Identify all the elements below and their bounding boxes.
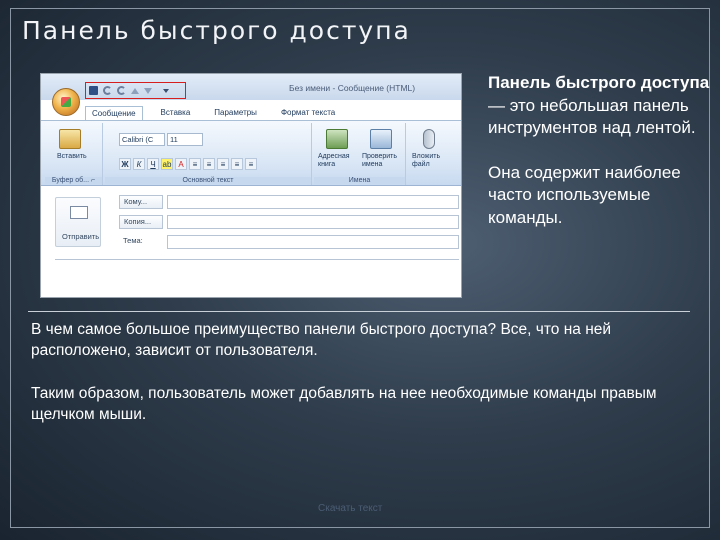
definition: Панель быстрого доступа — это небольшая … — [488, 72, 718, 140]
address-book-label[interactable]: Адресная книга — [318, 153, 358, 169]
cc-field[interactable] — [167, 215, 459, 229]
undo-icon[interactable] — [103, 86, 112, 95]
check-names-icon[interactable] — [370, 129, 392, 149]
envelope-icon — [70, 206, 88, 219]
font-size-select[interactable]: 11 — [167, 133, 203, 146]
align-left-button[interactable]: ≡ — [189, 158, 201, 170]
attach-file-icon[interactable] — [423, 129, 435, 149]
font-color-button[interactable]: A — [175, 158, 187, 170]
justify-button[interactable]: ≡ — [231, 158, 243, 170]
check-names-label[interactable]: Проверить имена — [362, 153, 404, 169]
names-group-label: Имена — [314, 177, 405, 184]
page-title: Панель быстрого доступа — [22, 16, 411, 45]
up-icon[interactable] — [131, 87, 139, 94]
body-separator — [55, 259, 459, 260]
send-label: Отправить — [62, 232, 100, 241]
address-book-icon[interactable] — [326, 129, 348, 149]
save-icon[interactable] — [89, 86, 98, 95]
basic-text-group-label: Основной текст — [105, 177, 311, 184]
contents-text: Она содержит наиболее часто используемые… — [488, 162, 681, 227]
underline-button[interactable]: Ч — [147, 158, 159, 170]
definition-text: — это небольшая панель инструментов над … — [488, 95, 696, 138]
highlight-button[interactable]: ab — [161, 158, 173, 170]
clipboard-group: Вставить Буфер об... ⌐ — [45, 123, 103, 185]
italic-button[interactable]: К — [133, 158, 145, 170]
divider — [28, 311, 690, 312]
bold-button[interactable]: Ж — [119, 158, 131, 170]
footer-link[interactable]: Скачать текст — [318, 503, 382, 514]
message-area: Отправить Кому... Копия... Тема: — [41, 187, 461, 297]
paste-label[interactable]: Вставить — [57, 153, 87, 161]
list-button[interactable]: ≡ — [245, 158, 257, 170]
window-title: Без имени - Сообщение (HTML) — [289, 83, 416, 93]
title-bar: Без имени - Сообщение (HTML) — [41, 74, 461, 100]
attach-file-label[interactable]: Вложить файл — [412, 153, 448, 169]
format-buttons: Ж К Ч ab A ≡ ≡ ≡ ≡ ≡ — [119, 158, 257, 170]
clipboard-group-label: Буфер об... ⌐ — [45, 177, 102, 184]
to-button[interactable]: Кому... — [119, 195, 163, 209]
send-button[interactable]: Отправить — [55, 197, 101, 247]
align-center-button[interactable]: ≡ — [203, 158, 215, 170]
quick-access-toolbar[interactable] — [85, 82, 186, 99]
outlook-screenshot: Без имени - Сообщение (HTML) Сообщение В… — [40, 73, 462, 298]
names-group: Адресная книга Проверить имена Имена — [314, 123, 406, 185]
paste-icon[interactable] — [59, 129, 81, 149]
ribbon: Вставить Буфер об... ⌐ Calibri (С 11 Ж К… — [41, 120, 461, 186]
office-button[interactable] — [52, 88, 80, 116]
include-group: Вложить файл — [408, 123, 461, 185]
down-icon[interactable] — [144, 87, 152, 94]
subject-label: Тема: — [123, 236, 143, 245]
to-field[interactable] — [167, 195, 459, 209]
redo-icon[interactable] — [117, 86, 126, 95]
paragraph-advantage: В чем самое большое преимущество панели … — [31, 321, 612, 359]
basic-text-group: Calibri (С 11 Ж К Ч ab A ≡ ≡ ≡ ≡ ≡ Основ… — [105, 123, 312, 185]
term: Панель быстрого доступа — [488, 73, 710, 92]
group-launcher-icon[interactable]: ⌐ — [91, 177, 95, 184]
side-description: Панель быстрого доступа — это небольшая … — [488, 72, 718, 251]
align-right-button[interactable]: ≡ — [217, 158, 229, 170]
font-select[interactable]: Calibri (С — [119, 133, 165, 146]
subject-field[interactable] — [167, 235, 459, 249]
paragraph-add-commands: Таким образом, пользователь может добавл… — [31, 385, 657, 423]
customize-icon[interactable] — [163, 88, 169, 93]
cc-button[interactable]: Копия... — [119, 215, 163, 229]
